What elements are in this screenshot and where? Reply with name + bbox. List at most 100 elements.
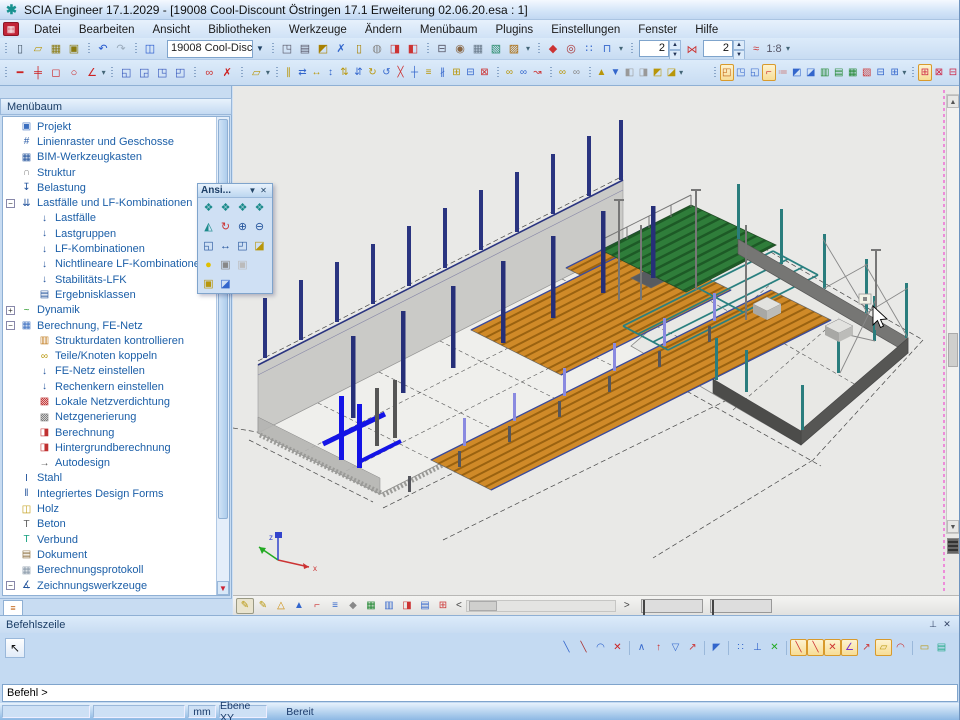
- selection-cursor-button[interactable]: ↖: [5, 638, 25, 658]
- line-icon[interactable]: ━: [11, 64, 29, 81]
- render-mode-icon[interactable]: ◆: [344, 598, 362, 614]
- zoom-scrub-bar[interactable]: [710, 599, 772, 613]
- app-icon[interactable]: ▦: [3, 22, 19, 36]
- axo-view-icon[interactable]: △: [272, 598, 290, 614]
- clipboard-icon[interactable]: ▯: [350, 40, 368, 57]
- menu-bibliotheken[interactable]: Bibliotheken: [199, 22, 280, 38]
- stretch-member-icon[interactable]: ⇵: [352, 64, 366, 81]
- spinner-up-icon[interactable]: ▲: [733, 40, 745, 50]
- viewport-vscrollbar-thumb[interactable]: [948, 333, 958, 367]
- model-3d-view[interactable]: x z: [233, 88, 946, 593]
- curve-scale-icon[interactable]: ≈: [747, 41, 765, 58]
- paste-add-data-icon[interactable]: ∞: [570, 64, 584, 81]
- extend-member-icon[interactable]: ↺: [380, 64, 394, 81]
- tree-item-berechnungsprotokoll[interactable]: ▦Berechnungsprotokoll: [3, 563, 218, 578]
- hscroll-right-icon[interactable]: >: [620, 600, 634, 611]
- show-supports-icon[interactable]: ⌐: [762, 64, 776, 81]
- tree-item-beton[interactable]: TBeton: [3, 517, 218, 532]
- open-folder-icon[interactable]: ▱: [247, 64, 265, 81]
- snap-intersection-icon[interactable]: ✕: [824, 639, 841, 656]
- preview-icon[interactable]: ◉: [451, 40, 469, 57]
- merge-node-icon[interactable]: ▼: [609, 64, 623, 81]
- tree-item-lastgruppen[interactable]: ↓Lastgruppen: [3, 226, 218, 241]
- tree-item-belastung[interactable]: ↧Belastung: [3, 180, 218, 195]
- view-rotation-grip[interactable]: [947, 538, 959, 554]
- snap-surface-icon[interactable]: ▽: [667, 639, 684, 656]
- tree-scrollbar-thumb[interactable]: [218, 119, 228, 519]
- show-nodes-icon[interactable]: ◪: [804, 64, 818, 81]
- show-dimensions-icon[interactable]: ▧: [860, 64, 874, 81]
- polyline-icon[interactable]: ◻: [47, 64, 65, 81]
- mirror-member-icon[interactable]: ↕: [324, 64, 338, 81]
- chevron-down-icon[interactable]: ▼: [247, 186, 258, 195]
- explode-member-icon[interactable]: ⊠: [478, 64, 492, 81]
- viewport-hscrollbar[interactable]: [466, 600, 616, 612]
- tree-item-strukturdaten-kontrollieren[interactable]: ▥Strukturdaten kontrollieren: [3, 333, 218, 348]
- tree-item-dynamik[interactable]: +~Dynamik: [3, 303, 218, 318]
- tree-item-nichtlineare-lf-kombinationen[interactable]: ↓Nichtlineare LF-Kombinationen: [3, 257, 218, 272]
- snap-direction-icon[interactable]: ↗: [684, 639, 701, 656]
- tree-item-stahl[interactable]: IStahl: [3, 471, 218, 486]
- snap-node-icon[interactable]: ◨: [637, 64, 651, 81]
- collapse-icon[interactable]: −: [6, 321, 15, 330]
- view-toolbar-title[interactable]: Ansi...: [201, 185, 247, 196]
- zoom-document-icon[interactable]: ◎: [562, 40, 580, 57]
- redo-icon[interactable]: ↷: [112, 40, 130, 57]
- join-node-icon[interactable]: ◩: [651, 64, 665, 81]
- pin-icon[interactable]: ⊥: [926, 619, 940, 630]
- toolbar-overflow-icon[interactable]: ▾: [679, 68, 684, 77]
- menu--ndern[interactable]: Ändern: [356, 22, 411, 38]
- toolbar-overflow-icon[interactable]: ▾: [265, 68, 270, 77]
- bim-cleaner-icon[interactable]: ✗: [332, 40, 350, 57]
- show-members-icon[interactable]: ▥: [818, 64, 832, 81]
- eye-icon[interactable]: ∞: [200, 64, 218, 81]
- table-edit-icon[interactable]: ▤: [416, 598, 434, 614]
- mesh-icon[interactable]: ◍: [368, 40, 386, 57]
- pan-scrub-bar[interactable]: [641, 599, 703, 613]
- menu-tree-tab[interactable]: ≡: [3, 600, 23, 615]
- view-save-icon[interactable]: ▣: [217, 256, 234, 273]
- zoom-window-icon[interactable]: ◱: [200, 237, 217, 254]
- calculation-icon[interactable]: ◨: [386, 40, 404, 57]
- print-icon[interactable]: ⊟: [433, 40, 451, 57]
- align-node-icon[interactable]: ◧: [623, 64, 637, 81]
- hidden-line-icon[interactable]: ✎: [254, 598, 272, 614]
- menu-bearbeiten[interactable]: Bearbeiten: [70, 22, 144, 38]
- collapse-icon[interactable]: −: [6, 581, 15, 590]
- show-model-data-icon[interactable]: ⊞: [918, 64, 932, 81]
- export-document-icon[interactable]: ▧: [487, 40, 505, 57]
- view-perspective-icon[interactable]: ◭: [200, 218, 217, 235]
- break-member-icon[interactable]: ╳: [394, 64, 408, 81]
- chevron-down-icon[interactable]: ▼: [253, 40, 267, 58]
- load-scale-spinner[interactable]: 2 ▲▼: [703, 40, 745, 57]
- menu-werkzeuge[interactable]: Werkzeuge: [280, 22, 356, 38]
- result-display-icon[interactable]: ◨: [398, 598, 416, 614]
- trim-member-icon[interactable]: ↻: [366, 64, 380, 81]
- tree-item-verbund[interactable]: TVerbund: [3, 532, 218, 547]
- toolbar-overflow-icon[interactable]: ▾: [101, 68, 106, 77]
- show-mesh-data-icon[interactable]: ⊟: [946, 64, 960, 81]
- menu-hilfe[interactable]: Hilfe: [686, 22, 727, 38]
- move-member-icon[interactable]: ∥: [282, 64, 296, 81]
- light-icon[interactable]: ●: [200, 256, 217, 273]
- model-viewport[interactable]: x z ▲ ▼: [233, 86, 960, 615]
- tree-item-netzgenerierung[interactable]: ▩Netzgenerierung: [3, 410, 218, 425]
- show-labels-icon[interactable]: ◩: [790, 64, 804, 81]
- layers-icon[interactable]: ▤: [296, 40, 314, 57]
- snap-midpoint-icon[interactable]: ╲: [807, 639, 824, 656]
- align-member-icon[interactable]: ⊞: [450, 64, 464, 81]
- spinner-down-icon[interactable]: ▼: [733, 50, 745, 60]
- paste-icon[interactable]: ◲: [135, 64, 153, 81]
- split-node-icon[interactable]: ◪: [665, 64, 679, 81]
- tree-item-linienraster-und-geschosse[interactable]: #Linienraster und Geschosse: [3, 134, 218, 149]
- snap-parallel-icon[interactable]: ╲: [575, 639, 592, 656]
- snap-circle-icon[interactable]: ◠: [592, 639, 609, 656]
- fast-draw-icon[interactable]: ⊟: [874, 64, 888, 81]
- snap-orthopoint-icon[interactable]: ∠: [841, 639, 858, 656]
- connect-nodes-icon[interactable]: ⋈: [683, 41, 701, 58]
- menu-einstellungen[interactable]: Einstellungen: [542, 22, 629, 38]
- tree-item-dokument[interactable]: ▤Dokument: [3, 547, 218, 562]
- toolbar-overflow-icon[interactable]: ▾: [902, 68, 907, 77]
- clip-box-icon[interactable]: ▣: [200, 275, 217, 292]
- check-nodes-icon[interactable]: ↝: [531, 64, 545, 81]
